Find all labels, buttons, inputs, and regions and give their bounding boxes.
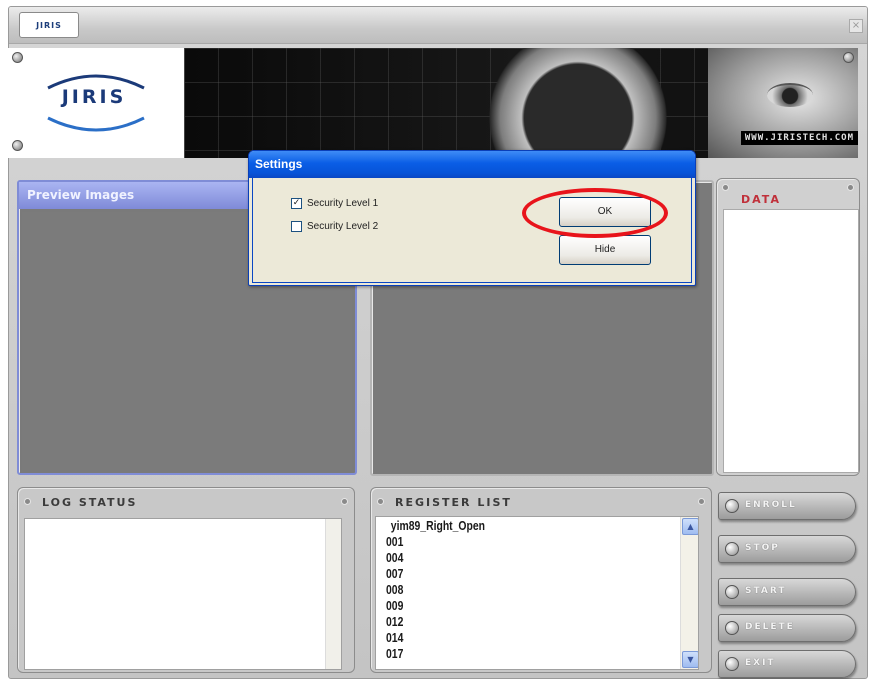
security-level-2-checkbox[interactable]	[291, 221, 302, 232]
list-item[interactable]: 009	[386, 598, 636, 614]
scroll-down-icon[interactable]: ▼	[682, 651, 698, 668]
security-level-1-label: Security Level 1	[307, 198, 379, 209]
data-panel: DATA	[716, 178, 860, 476]
scroll-up-icon[interactable]: ▲	[682, 518, 698, 535]
panel-dot-icon	[847, 184, 854, 191]
list-item[interactable]: 017	[386, 646, 636, 662]
list-item[interactable]: 008	[386, 582, 636, 598]
screw-icon	[843, 52, 854, 63]
data-display	[723, 209, 859, 473]
button-orb-icon	[725, 499, 739, 513]
list-item[interactable]: 004	[386, 550, 636, 566]
screw-icon	[12, 140, 23, 151]
delete-button[interactable]: DELETE	[718, 614, 856, 642]
log-status-panel: LOG STATUS	[17, 487, 355, 673]
exit-button[interactable]: EXIT	[718, 650, 856, 678]
button-orb-icon	[725, 657, 739, 671]
button-orb-icon	[725, 585, 739, 599]
list-item[interactable]: 014	[386, 630, 636, 646]
panel-dot-icon	[377, 498, 384, 505]
brand-logo-box: JIRIS	[8, 48, 185, 158]
log-status-title: LOG STATUS	[42, 496, 138, 509]
hide-button[interactable]: Hide	[559, 235, 651, 265]
panel-dot-icon	[24, 498, 31, 505]
button-orb-icon	[725, 542, 739, 556]
list-item[interactable]: 007	[386, 566, 636, 582]
register-list-panel: REGISTER LIST yim89_Right_Open 001 004 0…	[370, 487, 712, 673]
iris-scanner-image	[478, 48, 678, 158]
eye-icon	[767, 83, 813, 107]
stop-button[interactable]: STOP	[718, 535, 856, 563]
stop-label: STOP	[745, 543, 780, 553]
dialog-title: Settings	[255, 157, 303, 171]
button-orb-icon	[725, 621, 739, 635]
start-label: START	[745, 586, 787, 596]
start-button[interactable]: START	[718, 578, 856, 606]
security-level-2-option[interactable]: Security Level 2	[291, 221, 378, 232]
list-item[interactable]: yim89_Right_Open	[386, 518, 636, 534]
ok-highlight-annotation	[522, 188, 668, 238]
security-level-2-label: Security Level 2	[307, 221, 379, 232]
security-level-1-checkbox[interactable]: ✓	[291, 198, 302, 209]
screw-icon	[12, 52, 23, 63]
log-status-textbox[interactable]	[24, 518, 342, 670]
log-scrollbar[interactable]	[325, 519, 341, 669]
preview-title: Preview Images	[27, 188, 135, 202]
enroll-button[interactable]: ENROLL	[718, 492, 856, 520]
panel-dot-icon	[722, 184, 729, 191]
header-banner: WWW.JIRISTECH.COM JIRIS	[8, 48, 858, 158]
panel-dot-icon	[341, 498, 348, 505]
website-url: WWW.JIRISTECH.COM	[740, 131, 858, 145]
panel-dot-icon	[698, 498, 705, 505]
enroll-label: ENROLL	[745, 500, 797, 510]
title-bar: JIRIS ×	[9, 7, 867, 44]
register-list-title: REGISTER LIST	[395, 496, 512, 509]
register-scrollbar[interactable]: ▲ ▼	[680, 517, 698, 669]
brand-name: JIRIS	[61, 86, 127, 108]
dialog-title-bar[interactable]: Settings	[249, 151, 695, 178]
data-title: DATA	[741, 193, 781, 206]
register-listbox[interactable]: yim89_Right_Open 001 004 007 008 009 012…	[375, 516, 699, 670]
delete-label: DELETE	[745, 622, 795, 632]
close-icon[interactable]: ×	[849, 19, 863, 33]
security-level-1-option[interactable]: ✓ Security Level 1	[291, 198, 378, 209]
list-item[interactable]: 012	[386, 614, 636, 630]
title-logo: JIRIS	[19, 12, 79, 38]
register-list: yim89_Right_Open 001 004 007 008 009 012…	[376, 517, 698, 662]
exit-label: EXIT	[745, 658, 776, 668]
list-item[interactable]: 001	[386, 534, 636, 550]
